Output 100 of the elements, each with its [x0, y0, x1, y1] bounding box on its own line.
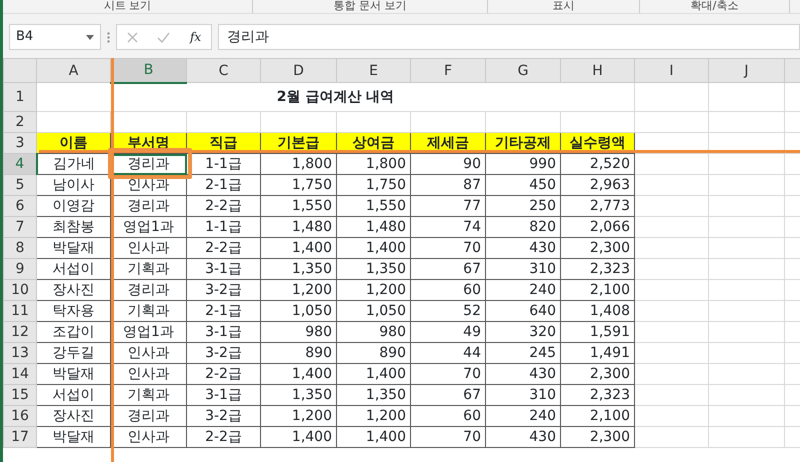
table-cell: 1,400 [336, 364, 410, 384]
table-cell: 1,408 [560, 300, 634, 322]
table-cell: 640 [486, 300, 560, 322]
table-cell: 2-1급 [186, 300, 260, 322]
table-cell: 2,066 [560, 216, 634, 238]
table-cell: 1,400 [260, 426, 336, 448]
table-cell: 2,963 [560, 174, 634, 196]
table-cell: 74 [410, 216, 486, 238]
row-header[interactable]: 8 [4, 238, 36, 258]
row-header[interactable]: 5 [4, 174, 36, 196]
table-cell: 890 [260, 342, 336, 364]
table-cell: 67 [410, 384, 486, 406]
table-cell: 87 [410, 174, 486, 196]
table-cell: 310 [486, 258, 560, 280]
table-cell: 890 [336, 342, 410, 364]
table-cell: 67 [410, 258, 486, 280]
table-cell: 3-1급 [186, 258, 260, 280]
table-cell: 1,200 [260, 406, 336, 426]
select-all-corner[interactable] [4, 58, 36, 82]
row-header[interactable]: 7 [4, 216, 36, 238]
table-cell: 52 [410, 300, 486, 322]
row-header[interactable]: 9 [4, 258, 36, 280]
column-header[interactable]: D [260, 58, 336, 82]
table-cell: 77 [410, 196, 486, 216]
table-cell: 49 [410, 322, 486, 342]
row-header[interactable]: 16 [4, 406, 36, 426]
dropdown-caret-icon[interactable] [86, 34, 94, 40]
table-cell: 3-2급 [186, 406, 260, 426]
table-cell: 1,350 [260, 258, 336, 280]
table-cell: 430 [486, 364, 560, 384]
cell-reference: B4 [16, 28, 34, 46]
table-cell: 980 [336, 322, 410, 342]
column-header[interactable]: F [410, 58, 486, 82]
table-cell: 70 [410, 364, 486, 384]
row-header[interactable]: 1 [4, 82, 36, 112]
table-cell: 1,550 [336, 196, 410, 216]
table-cell: 245 [486, 342, 560, 364]
table-cell: 2-2급 [186, 238, 260, 258]
table-cell: 1,400 [260, 364, 336, 384]
row-header[interactable]: 3 [4, 132, 36, 154]
ribbon-group-label: 시트 보기 [3, 0, 253, 13]
table-cell: 820 [486, 216, 560, 238]
table-cell: 1,400 [260, 238, 336, 258]
grip-dots-icon [107, 32, 110, 42]
row-header[interactable]: 6 [4, 196, 36, 216]
row-header[interactable]: 15 [4, 384, 36, 406]
name-box[interactable]: B4 [9, 24, 101, 50]
table-cell: 1,350 [260, 384, 336, 406]
row-header[interactable]: 14 [4, 364, 36, 384]
table-cell: 2,100 [560, 280, 634, 300]
table-cell: 1,350 [336, 258, 410, 280]
table-cell: 1,480 [260, 216, 336, 238]
table-cell: 1,750 [260, 174, 336, 196]
table-cell: 450 [486, 174, 560, 196]
table-cell: 2,323 [560, 384, 634, 406]
table-cell: 1,400 [336, 238, 410, 258]
row-header[interactable]: 12 [4, 322, 36, 342]
row-header[interactable]: 4 [4, 154, 36, 174]
table-cell: 70 [410, 238, 486, 258]
table-cell: 1,480 [336, 216, 410, 238]
table-cell: 3-1급 [186, 384, 260, 406]
table-cell: 1,400 [336, 426, 410, 448]
column-header[interactable]: C [186, 58, 260, 82]
check-icon[interactable] [157, 32, 170, 42]
column-header[interactable]: A [36, 58, 110, 82]
table-cell: 1,750 [336, 174, 410, 196]
table-cell: 3-2급 [186, 280, 260, 300]
table-cell: 2,323 [560, 258, 634, 280]
column-header[interactable]: J [708, 58, 784, 82]
table-cell: 3-1급 [186, 322, 260, 342]
column-header[interactable]: E [336, 58, 410, 82]
table-cell: 60 [410, 280, 486, 300]
column-header[interactable]: G [486, 58, 560, 82]
table-cell: 2-2급 [186, 426, 260, 448]
row-header[interactable]: 2 [4, 112, 36, 132]
row-header[interactable]: 17 [4, 426, 36, 448]
table-cell: 310 [486, 384, 560, 406]
column-header[interactable]: I [634, 58, 708, 82]
table-cell: 2,100 [560, 406, 634, 426]
table-cell: 320 [486, 322, 560, 342]
table-cell: 3-2급 [186, 342, 260, 364]
cancel-icon[interactable] [126, 32, 138, 42]
row-header[interactable]: 11 [4, 300, 36, 322]
insert-function-button[interactable]: fx [190, 28, 202, 46]
formula-field[interactable]: 경리과 [218, 24, 800, 50]
row-header[interactable]: 13 [4, 342, 36, 364]
column-header[interactable]: B [110, 58, 186, 82]
table-cell: 980 [260, 322, 336, 342]
row-header[interactable]: 10 [4, 280, 36, 300]
table-cell: 1,491 [560, 342, 634, 364]
table-cell: 1,200 [260, 280, 336, 300]
table-cell: 2-2급 [186, 364, 260, 384]
table-cell: 1,200 [336, 406, 410, 426]
table-cell: 1,550 [260, 196, 336, 216]
table-cell: 430 [486, 426, 560, 448]
table-cell: 44 [410, 342, 486, 364]
column-header[interactable]: H [560, 58, 634, 82]
table-cell: 2,773 [560, 196, 634, 216]
table-cell: 1,350 [336, 384, 410, 406]
table-cell: 2-2급 [186, 196, 260, 216]
